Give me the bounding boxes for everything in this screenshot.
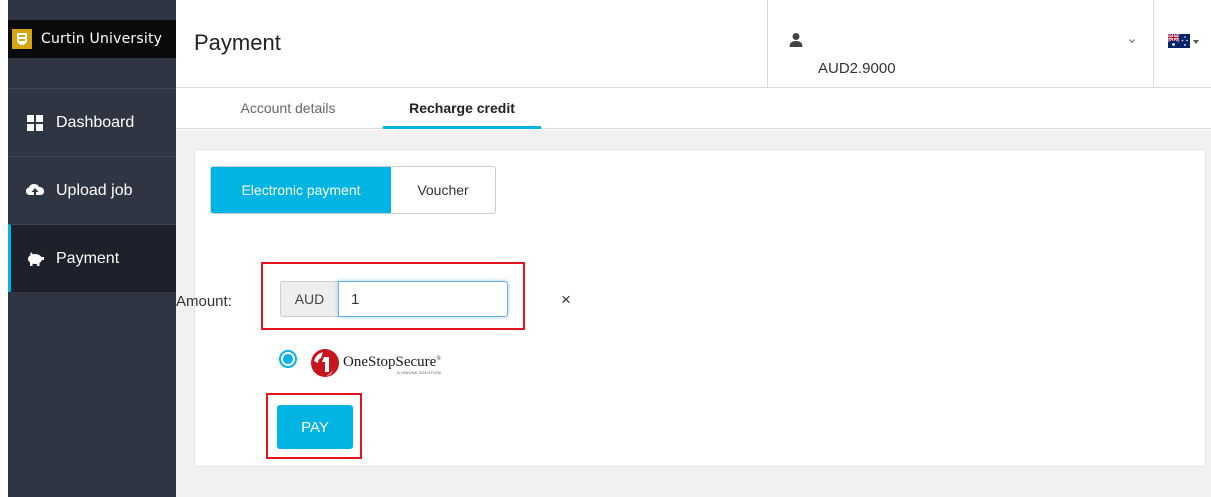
cloud-upload-icon	[26, 182, 44, 200]
voucher-button[interactable]: Voucher	[391, 167, 495, 213]
trademark-mark: ®	[436, 355, 441, 362]
sidebar: Curtin University Dashboard Upload job P…	[8, 0, 176, 497]
onestopsecure-tagline: A UNIUNK SOLUTION	[397, 369, 441, 375]
user-icon	[788, 32, 804, 48]
user-menu[interactable]: AUD2.9000	[767, 0, 1154, 88]
currency-addon: AUD	[280, 281, 338, 317]
sidebar-item-upload-job[interactable]: Upload job	[8, 156, 176, 224]
clear-icon[interactable]: ×	[561, 290, 571, 310]
main-content: Electronic payment Voucher Amount: AUD ×…	[176, 130, 1211, 497]
amount-input-group: AUD ×	[280, 281, 571, 317]
account-balance: AUD2.9000	[818, 60, 896, 77]
payment-method-toggle: Electronic payment Voucher	[210, 166, 496, 214]
amount-label: Amount:	[176, 293, 232, 310]
caret-down-icon	[1129, 37, 1135, 43]
sidebar-item-label: Payment	[56, 249, 120, 267]
tab-account-details[interactable]: Account details	[198, 89, 378, 129]
piggy-bank-icon	[26, 250, 44, 268]
electronic-payment-button[interactable]: Electronic payment	[211, 167, 391, 213]
sidebar-item-dashboard[interactable]: Dashboard	[8, 88, 176, 156]
sidebar-item-label: Upload job	[56, 181, 133, 199]
university-logo-icon	[12, 29, 32, 49]
onestopsecure-logo: OneStopSecure® A UNIUNK SOLUTION	[310, 346, 441, 380]
provider-radio[interactable]	[279, 350, 297, 368]
language-caret-icon[interactable]	[1193, 40, 1199, 44]
sidebar-item-label: Dashboard	[56, 113, 135, 131]
tab-recharge-credit[interactable]: Recharge credit	[383, 89, 541, 129]
page-title: Payment	[194, 30, 281, 55]
tabs-bar: Account details Recharge credit	[176, 89, 1211, 129]
amount-input[interactable]	[338, 281, 508, 317]
onestopsecure-mark-icon	[311, 349, 339, 377]
brand-area: Curtin University	[8, 0, 176, 88]
header: Payment AUD2.9000	[176, 0, 1211, 88]
onestopsecure-name: OneStopSecure	[343, 353, 437, 370]
sidebar-item-payment[interactable]: Payment	[8, 224, 176, 292]
brand-bar[interactable]: Curtin University	[8, 20, 176, 58]
grid-icon	[26, 114, 44, 132]
australia-flag-icon[interactable]	[1168, 34, 1190, 48]
onestopsecure-wordmark: OneStopSecure® A UNIUNK SOLUTION	[343, 352, 441, 375]
radio-selected-dot	[283, 354, 293, 364]
pay-button[interactable]: PAY	[277, 405, 353, 449]
brand-name: Curtin University	[41, 31, 163, 47]
